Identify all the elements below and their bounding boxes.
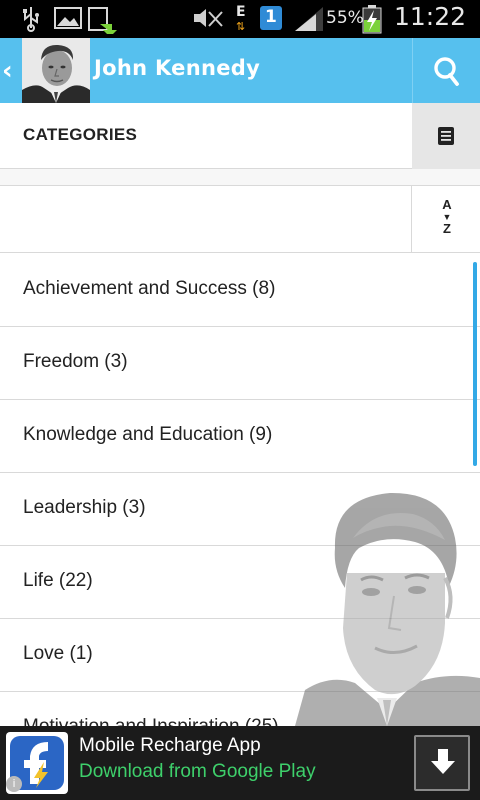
battery-percent: 55% — [326, 8, 364, 28]
sort-az-icon: A ▼ Z — [439, 198, 455, 236]
network-icon: E ⇅ — [236, 4, 246, 33]
ad-title[interactable]: Mobile Recharge App — [79, 735, 261, 757]
list-item-label: Freedom (3) — [23, 351, 128, 372]
download-arrow-icon — [431, 749, 455, 774]
battery-charging-icon — [362, 5, 382, 34]
mute-icon — [194, 9, 223, 27]
filter-row: A ▼ Z — [0, 186, 480, 253]
status-bar: E ⇅ 1 55% 11:22 — [0, 0, 480, 38]
search-button[interactable] — [412, 38, 480, 103]
avatar[interactable] — [22, 38, 90, 103]
list-item-label: Life (22) — [23, 570, 93, 591]
signal-icon — [295, 7, 323, 31]
list-scrollbar[interactable] — [473, 262, 477, 466]
categories-menu-button[interactable] — [412, 103, 480, 169]
clock: 11:22 — [393, 2, 466, 31]
list-item[interactable]: Freedom (3) — [0, 327, 480, 400]
ad-subtitle[interactable]: Download from Google Play — [79, 761, 316, 783]
list-item[interactable]: Life (22) — [0, 546, 480, 619]
divider — [0, 169, 480, 186]
list-item[interactable]: Achievement and Success (8) — [0, 254, 480, 327]
list-item[interactable]: Leadership (3) — [0, 473, 480, 546]
action-bar: ‹ John Kennedy — [0, 38, 480, 103]
sort-button[interactable]: A ▼ Z — [411, 186, 480, 252]
search-icon — [434, 57, 459, 86]
list-item-label: Motivation and Inspiration (25) — [23, 716, 279, 726]
image-icon — [54, 7, 82, 29]
list-item-label: Love (1) — [23, 643, 93, 664]
sort-label-z: Z — [443, 221, 451, 236]
list-item[interactable]: Love (1) — [0, 619, 480, 692]
list-item[interactable]: Knowledge and Education (9) — [0, 400, 480, 473]
list-item-label: Knowledge and Education (9) — [23, 424, 273, 445]
sort-label-a: A — [442, 197, 452, 212]
back-icon[interactable]: ‹ — [2, 56, 22, 86]
sim-icon: 1 — [260, 6, 282, 30]
categories-label: CATEGORIES — [23, 125, 138, 144]
list-item-label: Achievement and Success (8) — [23, 278, 276, 299]
categories-header: CATEGORIES — [0, 103, 480, 169]
list-item-label: Leadership (3) — [23, 497, 146, 518]
category-list: Achievement and Success (8) Freedom (3) … — [0, 254, 480, 726]
ad-download-button[interactable] — [414, 735, 470, 791]
list-menu-icon — [438, 127, 454, 145]
ad-banner[interactable]: Mobile Recharge App Download from Google… — [0, 726, 480, 800]
list-item[interactable]: Motivation and Inspiration (25) — [0, 692, 480, 726]
page-title: John Kennedy — [94, 56, 261, 80]
info-icon[interactable]: i — [6, 776, 22, 792]
filter-input[interactable] — [0, 186, 411, 252]
network-type-label: E — [236, 4, 246, 20]
sim-number: 1 — [265, 7, 277, 27]
download-icon — [88, 7, 117, 34]
usb-icon — [23, 7, 39, 32]
